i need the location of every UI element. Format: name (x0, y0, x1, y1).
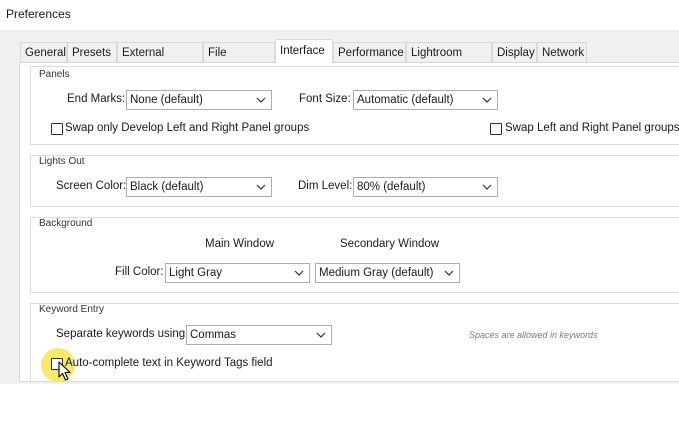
tab-presets[interactable]: Presets (67, 42, 117, 62)
tab-lightroom-sync[interactable]: Lightroom Sync (406, 42, 492, 79)
separate-keywords-value: Commas (190, 329, 237, 341)
mouse-pointer-icon (58, 361, 71, 381)
end-marks-label: End Marks: (67, 93, 126, 105)
lights-out-group-title: Lights Out (39, 156, 85, 167)
end-marks-value: None (default) (130, 94, 203, 106)
dim-level-label: Dim Level: (298, 180, 353, 192)
chevron-down-icon (294, 270, 304, 276)
font-size-label: Font Size: (299, 93, 351, 105)
tab-interface[interactable]: Interface (275, 39, 333, 63)
tab-external-editing[interactable]: External Editing (117, 42, 203, 79)
keyword-entry-group-title: Keyword Entry (39, 304, 105, 315)
swap-all-label: Swap Left and Right Panel groups (505, 122, 679, 134)
main-fill-dropdown[interactable]: Light Gray (165, 263, 310, 283)
tab-file-handling[interactable]: File Handling (203, 42, 275, 79)
swap-develop-label: Swap only Develop Left and Right Panel g… (65, 122, 310, 134)
window-title: Preferences (6, 7, 71, 21)
main-window-header: Main Window (205, 238, 275, 250)
chevron-down-icon (256, 97, 266, 103)
screen-color-value: Black (default) (130, 181, 204, 193)
secondary-fill-value: Medium Gray (default) (319, 267, 434, 279)
font-size-value: Automatic (default) (357, 94, 454, 106)
secondary-fill-dropdown[interactable]: Medium Gray (default) (315, 263, 460, 283)
chevron-down-icon (316, 332, 326, 338)
background-group-title: Background (39, 218, 93, 229)
secondary-window-header: Secondary Window (340, 238, 440, 250)
main-fill-value: Light Gray (169, 267, 223, 279)
fill-color-label: Fill Color: (115, 266, 164, 278)
tab-performance[interactable]: Performance (333, 42, 406, 62)
chevron-down-icon (482, 184, 492, 190)
panels-group-title: Panels (39, 69, 70, 80)
chevron-down-icon (444, 270, 454, 276)
swap-all-checkbox[interactable] (490, 123, 502, 135)
screen-color-dropdown[interactable]: Black (default) (126, 177, 272, 197)
separate-keywords-label: Separate keywords using: (56, 328, 189, 340)
title-bar: Preferences (0, 0, 679, 30)
end-marks-dropdown[interactable]: None (default) (126, 90, 272, 110)
tab-general[interactable]: General (20, 42, 67, 62)
chevron-down-icon (482, 97, 492, 103)
dim-level-dropdown[interactable]: 80% (default) (353, 177, 498, 197)
font-size-dropdown[interactable]: Automatic (default) (353, 90, 498, 110)
chevron-down-icon (256, 184, 266, 190)
tab-display[interactable]: Display (492, 42, 537, 62)
keywords-hint: Spaces are allowed in keywords (469, 330, 598, 340)
swap-develop-checkbox[interactable] (51, 123, 63, 135)
screen-color-label: Screen Color: (56, 180, 127, 192)
tab-network[interactable]: Network (537, 42, 587, 62)
separate-keywords-dropdown[interactable]: Commas (186, 325, 332, 345)
keyword-entry-group (30, 303, 679, 382)
dim-level-value: 80% (default) (357, 181, 426, 193)
autocomplete-label: Auto-complete text in Keyword Tags field (65, 357, 273, 369)
